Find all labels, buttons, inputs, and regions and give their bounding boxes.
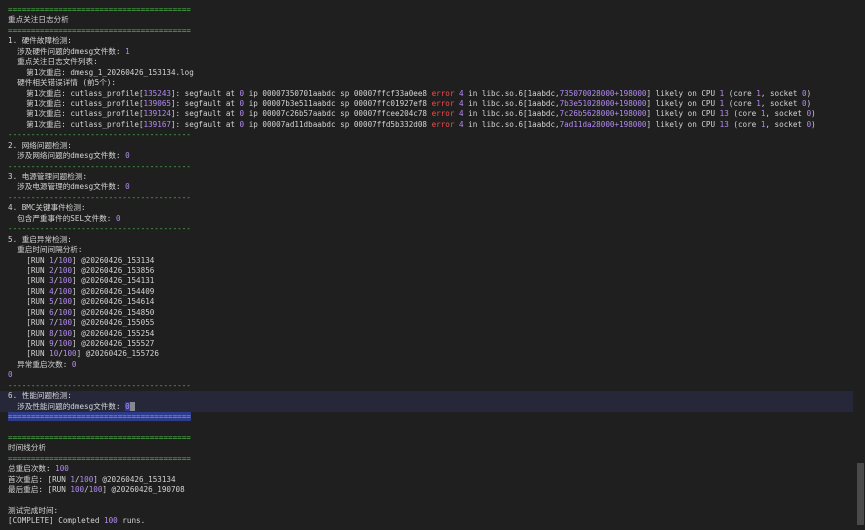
run-item: [RUN 9/100] @20260426_155527 [8, 339, 155, 348]
abnormal-count-line: 异常重启次数: 0 [8, 359, 77, 369]
vertical-scrollbar[interactable] [855, 0, 865, 530]
net-count-line: 涉及网络问题的dmesg文件数: 0 [8, 151, 130, 161]
hw-file-line: 第1次重启: dmesg_1_20260426_153134.log [8, 67, 194, 77]
timeline-title: 时间线分析 [8, 443, 46, 453]
cursor-caret [129, 402, 135, 412]
separator-line: ======================================== [8, 25, 191, 35]
run-item: [RUN 1/100] @20260426_153134 [8, 255, 155, 265]
scrollbar-thumb[interactable] [857, 463, 864, 525]
separator-line: ---------------------------------------- [8, 380, 191, 390]
run-item: [RUN 7/100] @20260426_155055 [8, 318, 155, 328]
run-item: [RUN 6/100] @20260426_154850 [8, 307, 155, 317]
perf-count-line: 涉及性能问题的dmesg文件数: 0 [0, 401, 853, 413]
run-item: [RUN 5/100] @20260426_154614 [8, 297, 155, 307]
reboot-tail: 0 [8, 370, 13, 380]
hw-error-line: 第1次重启: cutlass_profile[139065]: segfault… [8, 98, 812, 108]
bmc-count-line: 包含严重事件的SEL文件数: 0 [8, 213, 121, 223]
separator-line: ---------------------------------------- [8, 161, 191, 171]
finish-title: 测试完成时间: [8, 506, 59, 515]
power-count-line: 涉及电源管理的dmesg文件数: 0 [8, 182, 130, 192]
reboot-title: 5. 重启异常检测: [8, 234, 72, 244]
hw-files-label: 重点关注日志文件列表: [8, 57, 98, 67]
power-title: 3. 电源管理问题检测: [8, 172, 88, 181]
separator-line: ======================================== [8, 453, 191, 463]
complete-line: [COMPLETE] Completed 100 runs. [8, 516, 146, 526]
separator-line: ======================================== [8, 432, 191, 442]
hw-error-list: 第1次重启: cutlass_profile[135243]: segfault… [0, 89, 853, 131]
separator-line: ======================================== [8, 5, 191, 14]
perf-title: 6. 性能问题检测: [0, 391, 853, 402]
run-item: [RUN 10/100] @20260426_155726 [8, 349, 159, 359]
terminal-output[interactable]: ========================================… [0, 5, 853, 527]
hw-title: 1. 硬件故障检测: [8, 36, 72, 46]
run-item: [RUN 8/100] @20260426_155254 [8, 328, 155, 338]
hw-error-line: 第1次重启: cutlass_profile[139167]: segfault… [8, 119, 816, 129]
total-reboots-line: 总重启次数: 100 [8, 464, 69, 474]
section-title: 重点关注日志分析 [8, 15, 69, 25]
hw-error-line: 第1次重启: cutlass_profile[135243]: segfault… [8, 88, 812, 98]
hw-error-line: 第1次重启: cutlass_profile[139124]: segfault… [8, 109, 816, 119]
separator-line: ---------------------------------------- [8, 130, 191, 140]
separator-line-selected: ======================================== [8, 412, 191, 422]
bmc-title: 4. BMC关键事件检测: [8, 203, 86, 213]
separator-line: ---------------------------------------- [8, 224, 191, 234]
hw-details-label: 硬件相关错误详情 (前5个): [8, 78, 116, 88]
hw-count-line: 涉及硬件问题的dmesg文件数: 1 [8, 46, 130, 56]
separator-line: ---------------------------------------- [8, 192, 191, 202]
run-item: [RUN 4/100] @20260426_154409 [8, 286, 155, 296]
run-item: [RUN 3/100] @20260426_154131 [8, 276, 155, 286]
run-item: [RUN 2/100] @20260426_153856 [8, 265, 155, 275]
last-reboot-line: 最后重启: [RUN 100/100] @20260426_190708 [8, 485, 185, 495]
first-reboot-line: 首次重启: [RUN 1/100] @20260426_153134 [8, 474, 176, 484]
reboot-interval-label: 重启时间间隔分析: [8, 245, 83, 255]
run-list: [RUN 1/100] @20260426_153134 [RUN 2/100]… [0, 256, 853, 360]
net-title: 2. 网络问题检测: [8, 140, 72, 150]
